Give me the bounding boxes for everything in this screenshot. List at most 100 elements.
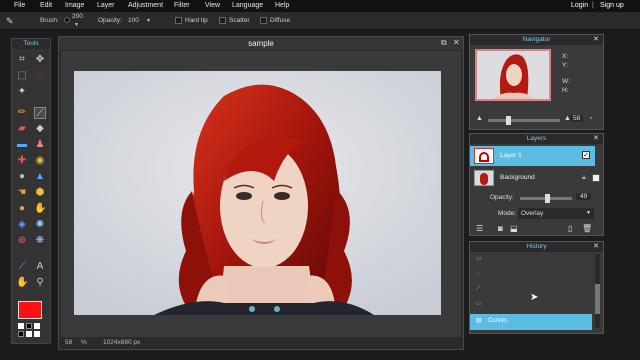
colorize-tool-icon[interactable]: ◉ <box>34 155 46 167</box>
stamp-tool-icon[interactable]: ♟ <box>34 139 46 151</box>
marquee-tool-icon[interactable]: ⬚ <box>16 70 28 82</box>
smudge-tool-icon[interactable]: ☚ <box>16 187 28 199</box>
eraser-tool-icon[interactable]: ▰ <box>16 123 28 135</box>
layer-row-background[interactable]: Background 🔒︎ <box>470 168 600 188</box>
mouse-cursor-icon: ➤ <box>530 292 539 303</box>
default-colors-icon[interactable] <box>18 323 24 329</box>
scatter-checkbox[interactable]: Scatter <box>219 12 250 30</box>
opacity-dropdown-icon[interactable]: ▼ <box>146 12 151 30</box>
pinch-tool-icon[interactable]: ❋ <box>34 235 46 247</box>
navigator-x-label: X: <box>562 53 569 60</box>
blend-mode-dropdown-icon: ▼ <box>586 210 591 216</box>
history-panel: History ✕ ▭ ◌ ⟋ ▭ ▤ Curves ➤ <box>469 241 604 334</box>
brush-dropdown-icon[interactable]: ▼ <box>74 16 79 34</box>
menu-help[interactable]: Help <box>275 0 289 12</box>
color-swatch-white[interactable] <box>34 323 40 329</box>
navigator-h-label: H: <box>562 87 569 94</box>
navigator-close-icon[interactable]: ✕ <box>593 35 599 45</box>
bloat-tool-icon[interactable]: ⊕ <box>16 235 28 247</box>
history-scrollbar-thumb[interactable] <box>595 284 600 314</box>
history-item[interactable]: ▭ <box>470 252 592 267</box>
layer-opacity-slider-knob[interactable] <box>545 194 551 203</box>
color-swatch-white-3[interactable] <box>34 331 40 337</box>
blend-mode-label: Mode: <box>498 210 517 217</box>
history-close-icon[interactable]: ✕ <box>593 242 599 252</box>
layer1-visibility-checkbox[interactable]: ✓ <box>582 151 590 159</box>
spot-heal-tool-icon[interactable]: ✺ <box>34 219 46 231</box>
zoom-field[interactable]: 58 <box>65 337 72 349</box>
navigator-zoom-slider[interactable] <box>488 116 560 125</box>
history-header: History ✕ <box>470 242 603 252</box>
dodge-tool-icon[interactable]: ● <box>16 203 28 215</box>
brush-tool-icon-selected[interactable]: ⟋ <box>34 107 46 119</box>
portrait-image[interactable] <box>74 71 441 315</box>
color-swatch-black[interactable] <box>18 331 24 337</box>
history-item-current[interactable]: ▤ Curves <box>470 314 592 330</box>
curves-history-icon: ▤ <box>476 318 482 324</box>
navigator-w-label: W: <box>562 78 570 85</box>
blend-mode-value: Overlay <box>521 210 544 217</box>
background-thumbnail <box>474 170 494 186</box>
layer-styles-icon[interactable]: ⬓ <box>510 224 518 233</box>
menu-adjustment[interactable]: Adjustment <box>128 0 163 12</box>
brush-label: Brush: <box>40 17 59 24</box>
menu-filter[interactable]: Filter <box>174 0 190 12</box>
brush-tool-icon: ✎ <box>6 16 14 26</box>
layer-row-layer1[interactable]: Layer 1 ✓ <box>470 146 595 166</box>
navigator-y-label: Y: <box>562 62 568 69</box>
close-icon[interactable]: ✕ <box>453 38 460 47</box>
magic-wand-icon[interactable]: ✦ <box>16 86 28 98</box>
drop-tool-icon[interactable]: ● <box>16 171 28 183</box>
hand-tool-icon[interactable]: ✋ <box>16 277 28 289</box>
fill-tool-icon[interactable]: ◆ <box>34 123 46 135</box>
hard-tip-checkbox[interactable]: Hard tip <box>175 12 208 30</box>
history-current-label: Curves <box>488 318 508 324</box>
menu-language[interactable]: Language <box>232 0 263 12</box>
menu-view[interactable]: View <box>205 0 220 12</box>
menu-edit[interactable]: Edit <box>40 0 52 12</box>
menu-file[interactable]: File <box>14 0 25 12</box>
gradient-tool-icon[interactable]: ▬ <box>16 139 28 151</box>
delete-layer-icon[interactable]: 🗑︎ <box>582 224 592 233</box>
navigator-zoom-value[interactable]: 58 <box>570 115 584 122</box>
menu-bar: File Edit Image Layer Adjustment Filter … <box>0 0 640 12</box>
signup-link[interactable]: Sign up <box>600 0 624 12</box>
layers-close-icon[interactable]: ✕ <box>593 134 599 144</box>
diffuse-checkbox[interactable]: Diffuse <box>260 12 290 30</box>
background-visibility-checkbox[interactable] <box>592 174 600 182</box>
swap-colors-icon[interactable] <box>26 323 32 329</box>
lasso-tool-icon[interactable]: ◌ <box>34 70 46 82</box>
pencil-tool-icon[interactable]: ✏ <box>16 107 28 119</box>
text-tool-icon[interactable]: A <box>34 261 46 273</box>
zoom-tool-icon[interactable]: ⚲ <box>34 277 46 289</box>
burn-tool-icon[interactable]: ✋ <box>34 203 46 215</box>
menu-layer[interactable]: Layer <box>97 0 115 12</box>
red-eye-tool-icon[interactable]: ◈ <box>16 219 28 231</box>
blend-mode-select[interactable]: Overlay ▼ <box>518 208 594 219</box>
sharpen-tool-icon[interactable]: ▲ <box>34 171 46 183</box>
zoom-out-icon[interactable]: ▲ <box>476 115 483 122</box>
layer-opacity-value[interactable]: 49 <box>576 193 592 200</box>
bandage-tool-icon[interactable]: ✚ <box>16 155 28 167</box>
navigator-zoom-slider-knob[interactable] <box>506 116 511 125</box>
diffuse-label: Diffuse <box>270 17 291 24</box>
brush-history-icon: ⟋ <box>476 286 481 292</box>
new-layer-icon[interactable]: ▯ <box>568 224 572 233</box>
foreground-color-swatch[interactable] <box>18 301 42 319</box>
navigator-thumbnail[interactable] <box>475 49 551 101</box>
color-picker-icon[interactable]: ⟋ <box>16 261 28 273</box>
history-scrollbar[interactable] <box>595 254 600 328</box>
maximize-icon[interactable]: ⧉ <box>441 38 447 48</box>
layer-opacity-slider[interactable] <box>520 194 572 203</box>
color-swatch-white-2[interactable] <box>26 331 32 337</box>
canvas-work-area[interactable] <box>61 51 461 337</box>
history-item[interactable]: ◌ <box>470 267 592 282</box>
opacity-value[interactable]: 100 <box>128 12 139 30</box>
sponge-tool-icon[interactable]: ⬢ <box>34 187 46 199</box>
login-link[interactable]: Login <box>571 0 588 12</box>
crop-tool-icon[interactable]: ⌗ <box>16 54 28 66</box>
navigator-title: Navigator <box>522 36 551 43</box>
layer-properties-icon[interactable]: ☰ <box>476 224 483 233</box>
layer-mask-icon[interactable]: ◙ <box>498 224 503 233</box>
move-tool-icon[interactable]: ✥ <box>34 54 46 66</box>
